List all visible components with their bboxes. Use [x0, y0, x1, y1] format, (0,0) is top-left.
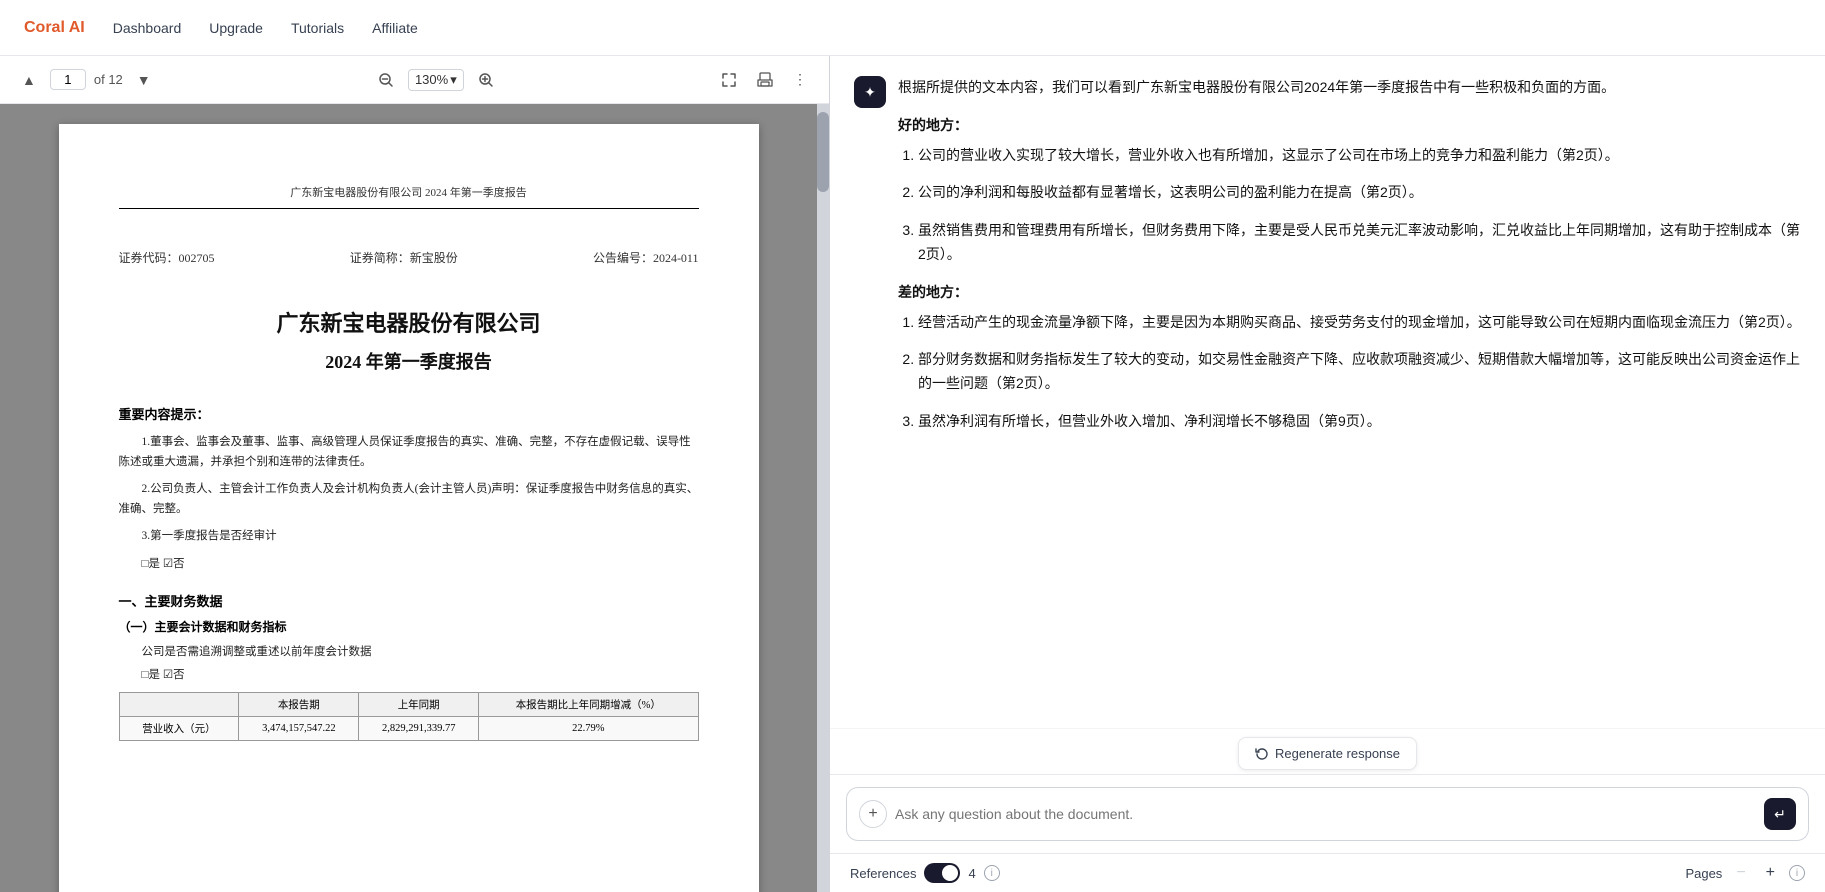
chat-input-box: + ↵: [846, 787, 1809, 841]
main-layout: ▲ of 12 ▼ 130% ▾ ⋮: [0, 56, 1825, 892]
page-total: of 12: [94, 72, 123, 87]
print-button[interactable]: [751, 68, 779, 92]
pdf-notice-1: 1.董事会、监事会及董事、监事、高级管理人员保证季度报告的真实、准确、完整，不存…: [119, 433, 699, 472]
table-header-prev: 上年同期: [359, 693, 479, 717]
good-section-title: 好的地方：: [898, 114, 1801, 138]
list-item: 公司的营业收入实现了较大增长，营业外收入也有所增加，这显示了公司在市场上的竞争力…: [918, 144, 1801, 168]
pages-minus-button[interactable]: −: [1730, 862, 1751, 884]
regenerate-label: Regenerate response: [1275, 746, 1400, 761]
good-items-list: 公司的营业收入实现了较大增长，营业外收入也有所增加，这显示了公司在市场上的竞争力…: [898, 144, 1801, 267]
pdf-meta-code: 证券代码：002705: [119, 249, 215, 266]
pdf-report-title: 2024 年第一季度报告: [119, 348, 699, 374]
pdf-header-line: 广东新宝电器股份有限公司 2024 年第一季度报告: [119, 184, 699, 209]
pdf-meta-abbr: 证券简称：新宝股份: [350, 249, 458, 266]
navbar: Coral AI Dashboard Upgrade Tutorials Aff…: [0, 0, 1825, 56]
regenerate-area: Regenerate response: [830, 728, 1825, 774]
message-content: 根据所提供的文本内容，我们可以看到广东新宝电器股份有限公司2024年第一季度报告…: [898, 76, 1801, 448]
nav-dashboard[interactable]: Dashboard: [113, 20, 182, 36]
pdf-scrollbar-track[interactable]: [817, 104, 829, 892]
table-cell-prev: 2,829,291,339.77: [359, 717, 479, 741]
pdf-table-note2: □是 ☑否: [119, 666, 699, 682]
table-cell-name: 营业收入（元）: [119, 717, 239, 741]
pdf-toolbar: ▲ of 12 ▼ 130% ▾ ⋮: [0, 56, 829, 104]
send-icon: ↵: [1774, 806, 1786, 823]
references-toggle[interactable]: [924, 863, 960, 883]
references-count: 4: [968, 866, 975, 881]
table-row: 营业收入（元） 3,474,157,547.22 2,829,291,339.7…: [119, 717, 698, 741]
fullscreen-button[interactable]: [715, 68, 743, 92]
avatar: ✦: [854, 76, 886, 108]
table-header-item: [119, 693, 239, 717]
page-number-input[interactable]: [50, 69, 86, 90]
pdf-page: 广东新宝电器股份有限公司 2024 年第一季度报告 证券代码：002705 证券…: [59, 124, 759, 892]
bottom-bar-pages: Pages − + i: [1685, 862, 1805, 884]
pdf-table-note: 公司是否需追溯调整或重述以前年度会计数据: [119, 643, 699, 663]
pdf-panel: ▲ of 12 ▼ 130% ▾ ⋮: [0, 56, 830, 892]
chat-bottom-bar: References 4 i Pages − + i: [830, 853, 1825, 892]
references-label: References: [850, 866, 916, 881]
chat-send-button[interactable]: ↵: [1764, 798, 1796, 830]
list-item: 公司的净利润和每股收益都有显著增长，这表明公司的盈利能力在提高（第2页）。: [918, 181, 1801, 205]
zoom-in-button[interactable]: [472, 68, 500, 92]
pdf-company-name: 广东新宝电器股份有限公司: [119, 306, 699, 338]
pdf-notice-3b: □是 ☑否: [119, 555, 699, 571]
pdf-notice-3: 3.第一季度报告是否经审计: [119, 527, 699, 547]
more-options-button[interactable]: ⋮: [787, 67, 813, 92]
table-cell-current: 3,474,157,547.22: [239, 717, 359, 741]
references-info-icon[interactable]: i: [984, 865, 1000, 881]
zoom-out-button[interactable]: [372, 68, 400, 92]
pdf-scrollbar-thumb[interactable]: [817, 112, 829, 192]
list-item: 虽然净利润有所增长，但营业外收入增加、净利润增长不够稳固（第9页）。: [918, 410, 1801, 434]
bottom-bar-references: References 4 i: [850, 863, 1000, 883]
page-next-button[interactable]: ▼: [131, 68, 157, 92]
chat-input-area: + ↵: [830, 774, 1825, 853]
zoom-chevron-icon: ▾: [450, 72, 457, 88]
avatar-icon: ✦: [864, 84, 876, 101]
nav-upgrade[interactable]: Upgrade: [209, 20, 263, 36]
chat-input[interactable]: [895, 806, 1756, 822]
pdf-sub1: （一）主要会计数据和财务指标: [119, 618, 699, 635]
pdf-notice-title: 重要内容提示：: [119, 404, 699, 423]
regenerate-button[interactable]: Regenerate response: [1238, 737, 1417, 770]
chat-attach-button[interactable]: +: [859, 800, 887, 828]
brand-logo: Coral AI: [24, 19, 85, 37]
pdf-financial-table: 本报告期 上年同期 本报告期比上年同期增减（%） 营业收入（元） 3,474,1…: [119, 692, 699, 741]
pdf-content[interactable]: 广东新宝电器股份有限公司 2024 年第一季度报告 证券代码：002705 证券…: [0, 104, 817, 892]
table-header-change: 本报告期比上年同期增减（%）: [479, 693, 698, 717]
nav-tutorials[interactable]: Tutorials: [291, 20, 344, 36]
zoom-level[interactable]: 130% ▾: [408, 69, 464, 91]
chat-messages: ✦ 根据所提供的文本内容，我们可以看到广东新宝电器股份有限公司2024年第一季度…: [830, 56, 1825, 728]
pdf-notice-2: 2.公司负责人、主管会计工作负责人及会计机构负责人(会计主管人员)声明：保证季度…: [119, 480, 699, 519]
message-row: ✦ 根据所提供的文本内容，我们可以看到广东新宝电器股份有限公司2024年第一季度…: [854, 76, 1801, 448]
table-header-current: 本报告期: [239, 693, 359, 717]
list-item: 经营活动产生的现金流量净额下降，主要是因为本期购买商品、接受劳务支付的现金增加，…: [918, 311, 1801, 335]
page-prev-button[interactable]: ▲: [16, 68, 42, 92]
plus-icon: +: [868, 805, 877, 823]
pdf-meta: 证券代码：002705 证券简称：新宝股份 公告编号：2024-011: [119, 249, 699, 266]
pdf-meta-announcement: 公告编号：2024-011: [593, 249, 699, 266]
bad-items-list: 经营活动产生的现金流量净额下降，主要是因为本期购买商品、接受劳务支付的现金增加，…: [898, 311, 1801, 434]
list-item: 虽然销售费用和管理费用有所增长，但财务费用下降，主要是受人民币兑美元汇率波动影响…: [918, 219, 1801, 267]
pages-info-icon[interactable]: i: [1789, 865, 1805, 881]
toggle-knob: [942, 865, 958, 881]
chat-panel: ✦ 根据所提供的文本内容，我们可以看到广东新宝电器股份有限公司2024年第一季度…: [830, 56, 1825, 892]
table-cell-change: 22.79%: [479, 717, 698, 741]
nav-affiliate[interactable]: Affiliate: [372, 20, 418, 36]
intro-text: 根据所提供的文本内容，我们可以看到广东新宝电器股份有限公司2024年第一季度报告…: [898, 79, 1615, 95]
pdf-section1: 一、主要财务数据: [119, 591, 699, 610]
regenerate-icon: [1255, 747, 1269, 761]
pages-plus-button[interactable]: +: [1760, 862, 1781, 884]
pages-label: Pages: [1685, 866, 1722, 881]
list-item: 部分财务数据和财务指标发生了较大的变动，如交易性金融资产下降、应收款项融资减少、…: [918, 348, 1801, 396]
bad-section-title: 差的地方：: [898, 281, 1801, 305]
